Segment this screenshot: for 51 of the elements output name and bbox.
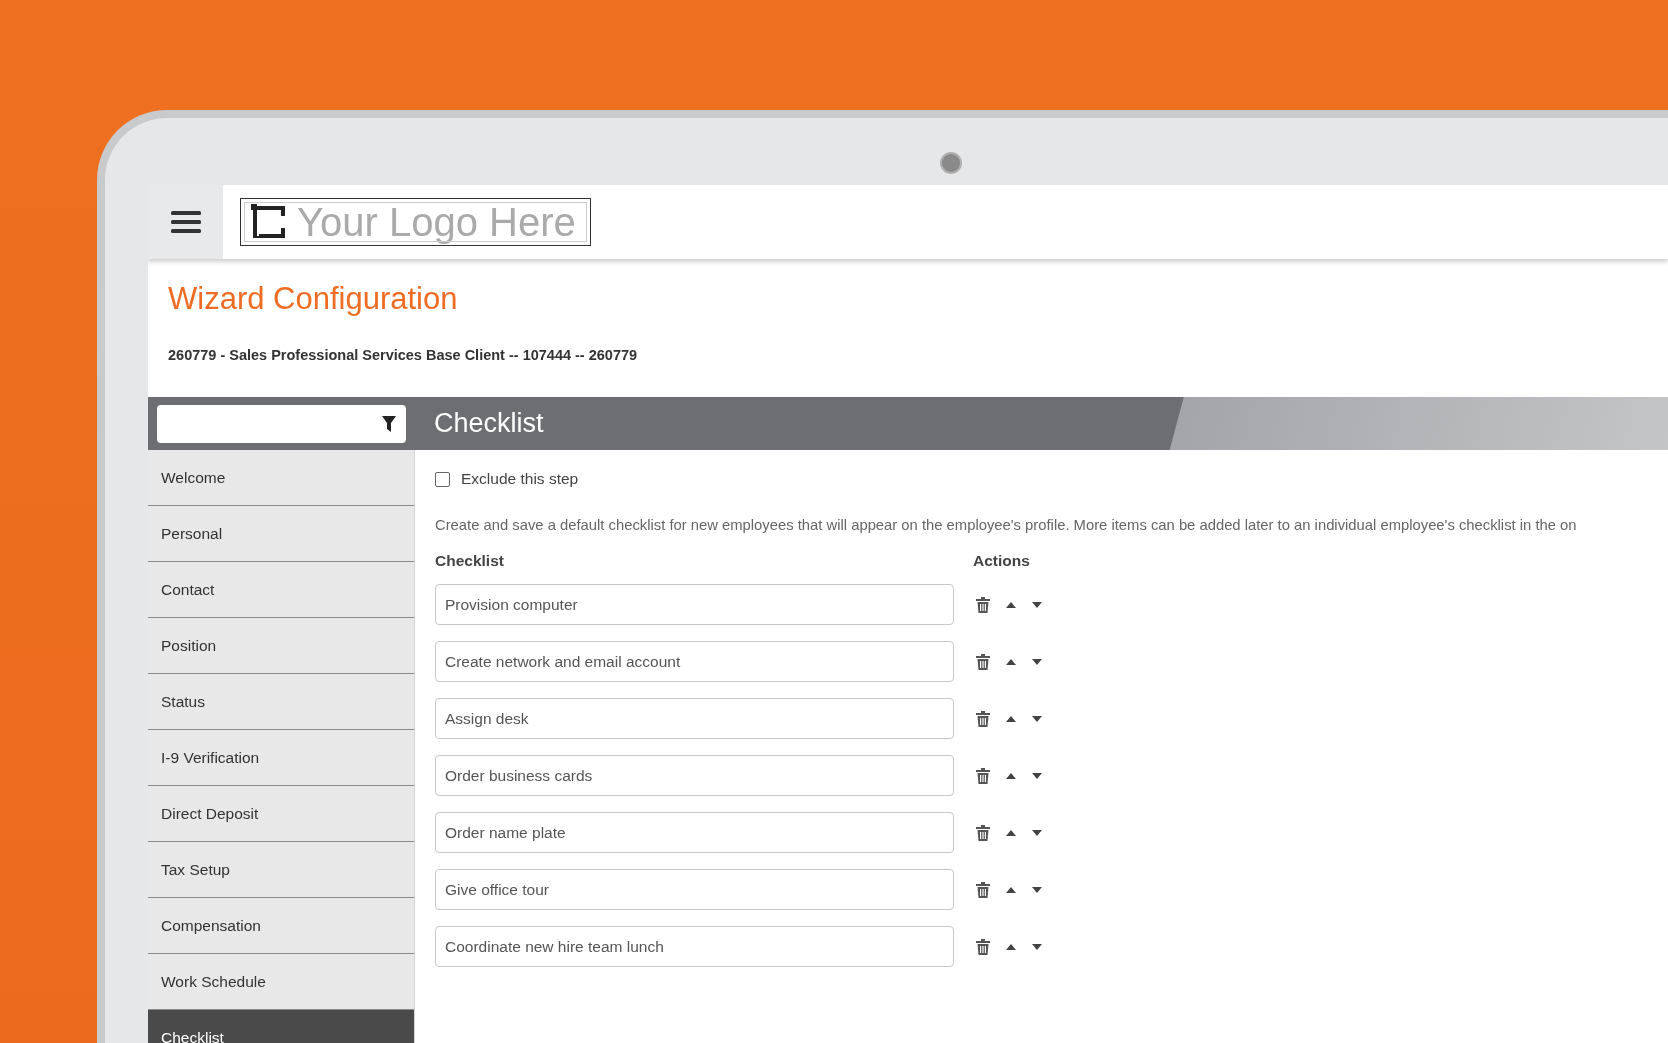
move-down-icon[interactable] — [1032, 658, 1042, 665]
sidebar-item[interactable]: Checklist — [148, 1010, 414, 1043]
move-up-icon[interactable] — [1006, 601, 1016, 608]
sidebar-item[interactable]: Welcome — [148, 450, 414, 506]
section-title: Checklist — [434, 408, 544, 439]
move-up-icon[interactable] — [1006, 943, 1016, 950]
move-up-icon[interactable] — [1006, 772, 1016, 779]
description-text: Create and save a default checklist for new employees that will appear on the employee's profile. More items can be added later to an individual employee's checklist in the on — [435, 517, 1578, 533]
input-field[interactable]: Order business cards — [435, 755, 954, 796]
filter-icon — [381, 415, 396, 432]
trash-icon[interactable] — [976, 881, 990, 898]
input-field[interactable]: Coordinate new hire team lunch — [435, 926, 954, 967]
trash-icon[interactable] — [976, 653, 990, 670]
sidebar-item[interactable]: Contact — [148, 562, 414, 618]
trash-icon[interactable] — [976, 710, 990, 727]
column-header: Actions — [973, 552, 1030, 570]
page-title: Wizard Configuration — [168, 281, 459, 317]
camera-dot — [940, 152, 962, 174]
input-field[interactable]: Create network and email account — [435, 641, 954, 682]
trash-icon[interactable] — [976, 824, 990, 841]
checkbox[interactable] — [435, 471, 450, 487]
sidebar-item[interactable]: I-9 Verification — [148, 730, 414, 786]
move-up-icon[interactable] — [1006, 715, 1016, 722]
sidebar-item[interactable]: Direct Deposit — [148, 786, 414, 842]
sidebar-item[interactable]: Compensation — [148, 898, 414, 954]
move-down-icon[interactable] — [1032, 772, 1042, 779]
input-field[interactable]: Order name plate — [435, 812, 954, 853]
move-down-icon[interactable] — [1032, 601, 1042, 608]
sidebar-item[interactable]: Personal — [148, 506, 414, 562]
input-field[interactable]: Provision computer — [435, 584, 954, 625]
trash-icon[interactable] — [976, 596, 990, 613]
filter-dropdown[interactable] — [156, 404, 406, 443]
trash-icon[interactable] — [976, 767, 990, 784]
move-down-icon[interactable] — [1032, 829, 1042, 836]
move-down-icon[interactable] — [1032, 886, 1042, 893]
trash-icon[interactable] — [976, 938, 990, 955]
sidebar-item[interactable]: Tax Setup — [148, 842, 414, 898]
logo-text: Your Logo Here — [297, 199, 576, 245]
menu-icon — [170, 210, 201, 234]
move-up-icon[interactable] — [1006, 829, 1016, 836]
input-field[interactable]: Assign desk — [435, 698, 954, 739]
sidebar-item[interactable]: Position — [148, 618, 414, 674]
move-down-icon[interactable] — [1032, 943, 1042, 950]
input-field[interactable]: Give office tour — [435, 869, 954, 910]
sidebar-item[interactable]: Status — [148, 674, 414, 730]
page-subtitle: 260779 - Sales Professional Services Base Client -- 107444 -- 260779 — [168, 347, 639, 363]
move-up-icon[interactable] — [1006, 658, 1016, 665]
move-down-icon[interactable] — [1032, 715, 1042, 722]
column-header: Checklist — [435, 552, 505, 570]
move-up-icon[interactable] — [1006, 886, 1016, 893]
checkbox-label: Exclude this step — [461, 470, 579, 488]
